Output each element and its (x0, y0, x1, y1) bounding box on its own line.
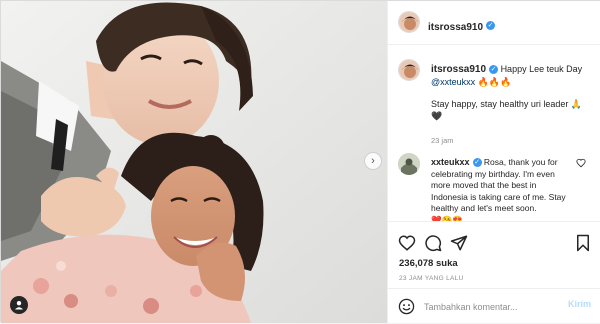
caption-body: Stay happy, stay healthy uri leader 🙏 (431, 99, 583, 109)
caption-username[interactable]: itsrossa910 (431, 64, 486, 75)
caption-mention[interactable]: @xxteukxx (431, 77, 475, 87)
post-side-panel: itsrossa910 ✓ itsrossa910 ✓ Happy Lee teuk… (387, 1, 600, 323)
caption-mention-emoji: 🔥🔥🔥 (477, 77, 512, 87)
post-actions: 236,078 suka 23 JAM YANG LALU Kirim (388, 221, 600, 323)
post-header: itsrossa910 ✓ (388, 1, 600, 45)
header-author: itsrossa910 ✓ (428, 17, 496, 35)
avatar-image (399, 60, 419, 80)
reply-author-avatar[interactable] (398, 153, 420, 175)
selfie-photo (1, 1, 387, 323)
add-comment-bar: Kirim (388, 288, 600, 324)
caption: itsrossa910 ✓ Happy Lee teuk Day @xxteukx… (431, 63, 591, 147)
avatar-image (399, 12, 419, 32)
share-icon[interactable] (450, 234, 468, 252)
verified-icon: ✓ (486, 21, 496, 31)
reply-username[interactable]: xxteukxx (431, 157, 470, 167)
tagged-users-button[interactable] (10, 296, 28, 314)
caption-heart: 🖤 (431, 111, 443, 121)
caption-timestamp[interactable]: 23 jam (431, 136, 454, 145)
post-timestamp: 23 JAM YANG LALU (399, 275, 464, 282)
post-photo[interactable]: › (1, 1, 387, 323)
comments-section: itsrossa910 ✓ Happy Lee teuk Day @xxteukx… (388, 45, 600, 221)
heart-icon[interactable] (398, 234, 416, 252)
caption-author-avatar[interactable] (398, 59, 420, 81)
post-dialog: › itsrossa910 ✓ itsrossa910 ✓ Happy Lee … (0, 0, 600, 323)
tag-user-icon (15, 301, 23, 310)
next-photo-button[interactable]: › (364, 152, 382, 170)
comment-icon[interactable] (424, 234, 442, 252)
like-count[interactable]: 236,078 suka (399, 258, 458, 269)
verified-icon: ✓ (472, 158, 482, 168)
avatar-image (398, 153, 420, 175)
verified-icon: ✓ (489, 65, 499, 75)
author-username[interactable]: itsrossa910 (428, 22, 483, 33)
post-comment-button[interactable]: Kirim (568, 299, 591, 309)
caption-text: Happy Lee teuk Day (500, 64, 583, 74)
author-avatar[interactable] (398, 11, 420, 33)
comment-input[interactable] (424, 297, 564, 317)
reply-comment: xxteukxx ✓ Rosa, thank you for celebratin… (431, 157, 575, 221)
emoji-icon[interactable] (398, 298, 415, 315)
like-comment-icon[interactable] (576, 158, 586, 168)
next-arrow-icon: › (371, 155, 375, 167)
bookmark-icon[interactable] (574, 234, 592, 252)
